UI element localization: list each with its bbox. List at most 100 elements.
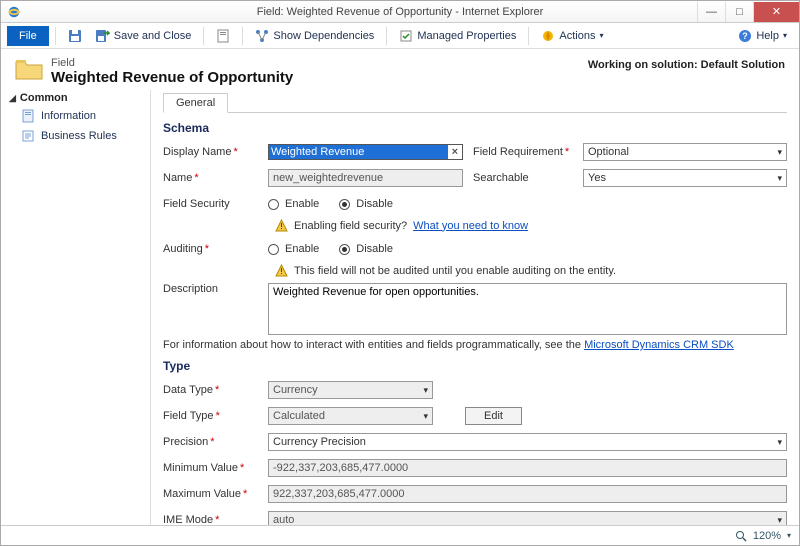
field-security-enable-radio[interactable] [268,199,279,210]
name-label: Name* [163,172,268,184]
chevron-down-icon: ▾ [777,147,782,158]
page-header: Field Weighted Revenue of Opportunity Wo… [1,49,799,90]
chevron-down-icon: ▾ [777,437,782,448]
section-schema: Schema [163,121,787,135]
tab-strip: General [163,92,787,113]
disable-label: Disable [356,243,393,255]
toolbar-separator [386,27,387,45]
tab-general[interactable]: General [163,93,228,113]
auditing-hint: This field will not be audited until you… [275,264,787,277]
save-close-icon [96,29,110,43]
auditing-disable-radio[interactable] [339,244,350,255]
auditing-enable-radio[interactable] [268,244,279,255]
managed-properties-button[interactable]: Managed Properties [393,26,522,46]
actions-label: Actions [559,30,595,42]
field-security-disable-radio[interactable] [339,199,350,210]
actions-icon [541,29,555,43]
display-name-input[interactable]: Weighted Revenue × [268,144,463,160]
status-bar: 120% ▾ [1,525,799,545]
searchable-label: Searchable [473,172,583,184]
folder-icon [15,57,43,81]
chevron-down-icon: ▾ [777,515,782,526]
field-security-hint: Enabling field security? What you need t… [275,219,787,232]
help-button[interactable]: ? Help ▾ [732,26,793,46]
clear-icon[interactable]: × [448,146,462,158]
warning-icon [275,264,288,277]
toolbar-separator [528,27,529,45]
caret-down-icon: ◢ [9,93,16,104]
ie-icon [7,5,21,19]
help-icon: ? [738,29,752,43]
display-name-label: Display Name* [163,146,268,158]
chevron-down-icon: ▾ [423,385,428,396]
name-input[interactable] [268,169,463,187]
disable-label: Disable [356,198,393,210]
minimum-value-label: Minimum Value* [163,462,268,474]
chevron-down-icon: ▾ [423,411,428,422]
show-dependencies-button[interactable]: Show Dependencies [249,26,380,46]
precision-select[interactable]: Currency Precision▾ [268,433,787,451]
rules-icon [21,129,35,143]
show-dependencies-label: Show Dependencies [273,30,374,42]
actions-menu-button[interactable]: Actions ▾ [535,26,609,46]
managed-properties-icon [399,29,413,43]
window-titlebar: Field: Weighted Revenue of Opportunity -… [1,1,799,23]
nav-item-information[interactable]: Information [7,106,150,126]
chevron-down-icon: ▾ [599,31,603,40]
save-and-close-button[interactable]: Save and Close [90,26,198,46]
field-type-select[interactable]: Calculated▾ [268,407,433,425]
zoom-icon [735,530,747,542]
window-maximize-button[interactable]: □ [725,2,753,22]
toolbar-separator [203,27,204,45]
precision-label: Precision* [163,436,268,448]
maximum-value-input[interactable] [268,485,787,503]
app-toolbar: File Save and Close Show Dependencies Ma… [1,23,799,49]
toolbar-separator [242,27,243,45]
description-textarea[interactable] [268,283,787,335]
chevron-down-icon: ▾ [777,173,782,184]
properties-icon [216,29,230,43]
field-requirement-select[interactable]: Optional▾ [583,143,787,161]
file-menu-button[interactable]: File [7,26,49,46]
field-requirement-label: Field Requirement* [473,146,583,158]
maximum-value-label: Maximum Value* [163,488,268,500]
toolbar-icon-button[interactable] [210,26,236,46]
dependencies-icon [255,29,269,43]
window-title: Field: Weighted Revenue of Opportunity -… [0,6,800,18]
zoom-level[interactable]: 120% [753,530,781,542]
enable-label: Enable [285,198,319,210]
breadcrumb: Field [51,57,293,69]
searchable-select[interactable]: Yes▾ [583,169,787,187]
description-label: Description [163,283,268,295]
managed-properties-label: Managed Properties [417,30,516,42]
edit-button[interactable]: Edit [465,407,522,425]
minimum-value-input[interactable] [268,459,787,477]
field-security-learn-more-link[interactable]: What you need to know [413,220,528,232]
section-type: Type [163,359,787,373]
save-and-close-label: Save and Close [114,30,192,42]
sdk-note: For information about how to interact wi… [163,339,787,351]
info-icon [21,109,35,123]
chevron-down-icon: ▾ [783,31,787,40]
save-button[interactable] [62,26,88,46]
field-type-label: Field Type* [163,410,268,422]
nav-item-business-rules[interactable]: Business Rules [7,126,150,146]
warning-icon [275,219,288,232]
window-close-button[interactable]: ✕ [753,2,799,22]
nav-section-common[interactable]: ◢ Common [7,90,150,106]
data-type-select[interactable]: Currency▾ [268,381,433,399]
chevron-down-icon[interactable]: ▾ [787,531,791,540]
main-panel: General Schema Display Name* Weighted Re… [151,90,799,525]
window-minimize-button[interactable]: — [697,2,725,22]
svg-text:?: ? [743,31,749,41]
auditing-label: Auditing* [163,243,268,255]
ime-mode-select[interactable]: auto▾ [268,511,787,525]
help-label: Help [756,30,779,42]
nav-section-label: Common [20,92,68,104]
field-security-label: Field Security [163,198,268,210]
solution-context-label: Working on solution: Default Solution [588,59,785,71]
sdk-link[interactable]: Microsoft Dynamics CRM SDK [584,339,734,351]
ime-mode-label: IME Mode* [163,514,268,525]
enable-label: Enable [285,243,319,255]
nav-item-label: Information [41,110,96,122]
